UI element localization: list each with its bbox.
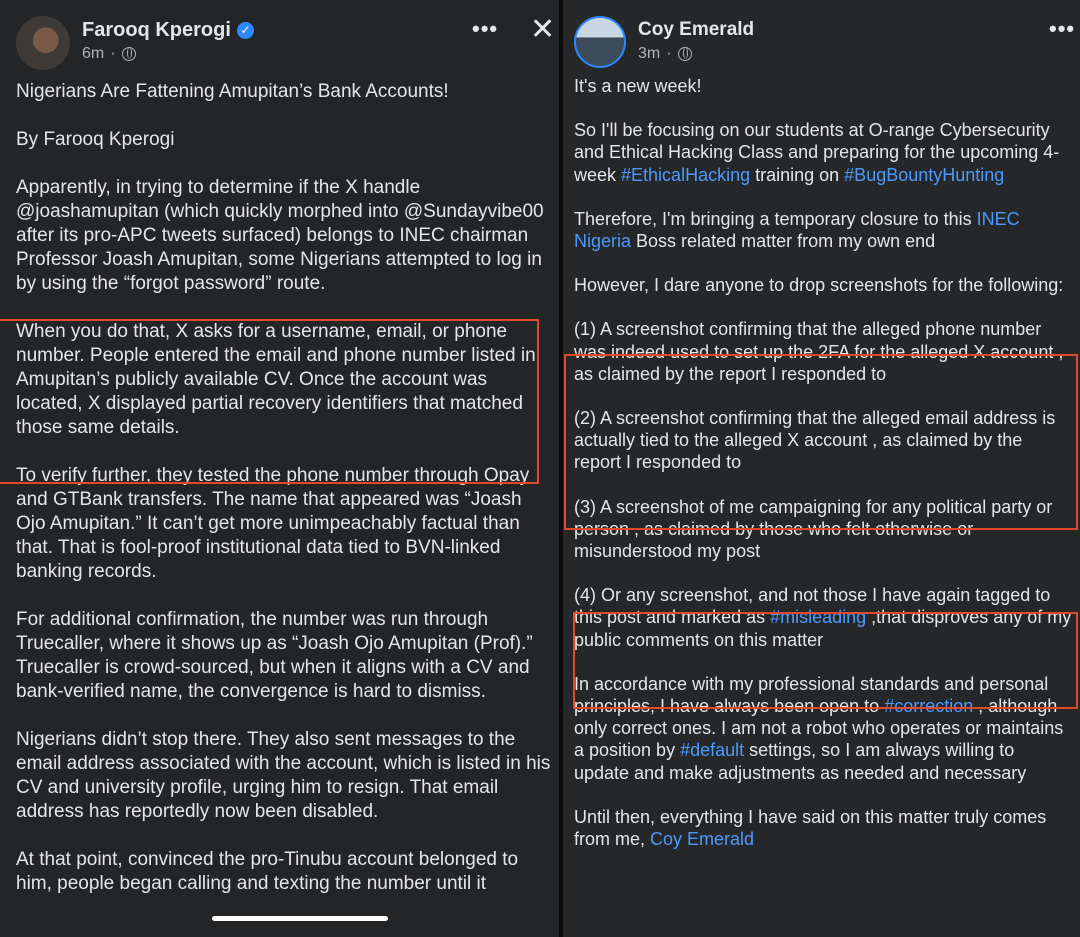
hashtag-link[interactable]: #correction bbox=[884, 696, 973, 716]
avatar[interactable] bbox=[16, 16, 70, 70]
post-paragraph: (4) Or any screenshot, and not those I h… bbox=[574, 585, 1072, 650]
post-paragraph: When you do that, X asks for a username,… bbox=[16, 321, 536, 438]
left-post: Farooq Kperogi ✓ 6m · ••• ✕ Nigerians Ar… bbox=[0, 0, 559, 937]
post-paragraph: Apparently, in trying to determine if th… bbox=[16, 177, 544, 294]
avatar[interactable] bbox=[574, 16, 626, 68]
right-post: Coy Emerald 3m · ••• It's a new week! So… bbox=[563, 0, 1080, 937]
close-icon[interactable]: ✕ bbox=[530, 12, 555, 47]
post-paragraph: So I'll be focusing on our students at O… bbox=[574, 120, 1060, 185]
left-post-header: Farooq Kperogi ✓ 6m · bbox=[16, 16, 254, 70]
post-paragraph: (1) A screenshot confirming that the all… bbox=[574, 319, 1064, 384]
post-time[interactable]: 6m bbox=[82, 44, 104, 64]
separator-dot: · bbox=[666, 45, 672, 62]
post-paragraph: It's a new week! bbox=[574, 76, 702, 96]
post-paragraph: (3) A screenshot of me campaigning for a… bbox=[574, 496, 1053, 562]
post-body: It's a new week! So I'll be focusing on … bbox=[574, 75, 1074, 872]
hashtag-link[interactable]: #misleading bbox=[770, 607, 866, 627]
post-paragraph: Nigerians Are Fattening Amupitan’s Bank … bbox=[16, 81, 449, 102]
hashtag-link[interactable]: #EthicalHacking bbox=[621, 165, 750, 185]
hashtag-link[interactable]: #default bbox=[680, 740, 744, 760]
post-paragraph: Nigerians didn’t stop there. They also s… bbox=[16, 729, 551, 822]
post-time[interactable]: 3m bbox=[638, 44, 660, 64]
author-name[interactable]: Farooq Kperogi bbox=[82, 16, 231, 44]
post-paragraph: For additional confirmation, the number … bbox=[16, 609, 533, 702]
scroll-indicator bbox=[212, 916, 388, 921]
post-body: Nigerians Are Fattening Amupitan’s Bank … bbox=[16, 80, 556, 920]
profile-mention-link[interactable]: Coy Emerald bbox=[650, 829, 754, 849]
post-paragraph: By Farooq Kperogi bbox=[16, 129, 175, 150]
post-paragraph: However, I dare anyone to drop screensho… bbox=[574, 275, 1064, 296]
globe-icon bbox=[677, 47, 692, 61]
more-options-icon[interactable]: ••• bbox=[472, 16, 498, 42]
post-paragraph: To verify further, they tested the phone… bbox=[16, 465, 530, 582]
globe-icon bbox=[121, 47, 136, 61]
author-meta: Farooq Kperogi ✓ 6m · bbox=[82, 16, 254, 64]
more-options-icon[interactable]: ••• bbox=[1049, 16, 1075, 42]
right-post-header: Coy Emerald 3m · bbox=[574, 16, 754, 68]
post-paragraph: Until then, everything I have said on th… bbox=[574, 806, 1047, 850]
author-name[interactable]: Coy Emerald bbox=[638, 16, 754, 44]
post-paragraph: (2) A screenshot confirming that the all… bbox=[574, 408, 1056, 473]
post-paragraph: At that point, convinced the pro-Tinubu … bbox=[16, 849, 519, 894]
hashtag-link[interactable]: #BugBountyHunting bbox=[844, 165, 1004, 185]
author-meta: Coy Emerald 3m · bbox=[638, 16, 754, 64]
separator-dot: · bbox=[110, 45, 116, 62]
post-paragraph: Therefore, I'm bringing a temporary clos… bbox=[574, 208, 1020, 252]
verified-badge-icon: ✓ bbox=[236, 21, 254, 39]
post-paragraph: In accordance with my professional stand… bbox=[574, 673, 1064, 783]
